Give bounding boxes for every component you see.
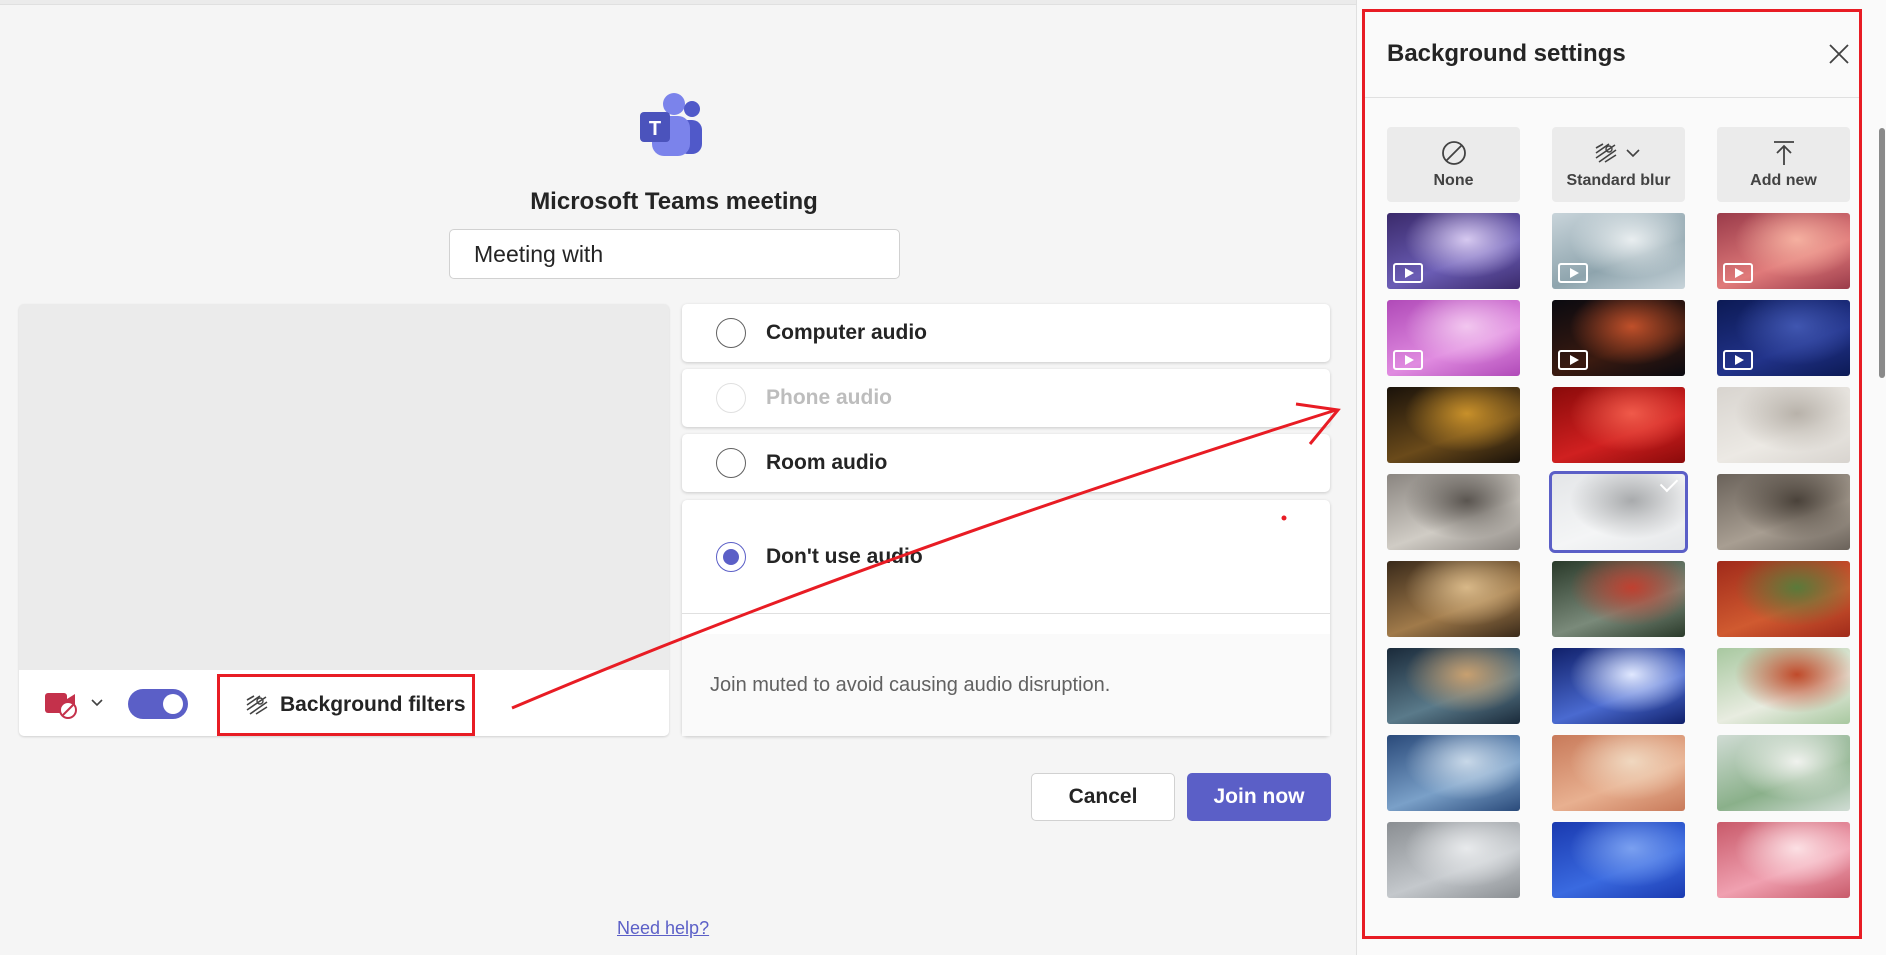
background-settings-panel: Background settings None Standard blur A…: [1356, 0, 1886, 955]
background-thumbnail-red-bokeh[interactable]: [1552, 387, 1685, 463]
join-now-button[interactable]: Join now: [1187, 773, 1331, 821]
svg-text:T: T: [649, 118, 661, 140]
teams-logo-icon: T: [640, 93, 702, 156]
background-thumbnail-desert-arch[interactable]: [1552, 735, 1685, 811]
background-thumbnail-grey-archway[interactable]: [1387, 822, 1520, 898]
meeting-title: Microsoft Teams meeting: [530, 188, 818, 215]
background-add-new-option[interactable]: Add new: [1717, 127, 1850, 202]
background-thumbnail-dark-sparkles[interactable]: [1552, 300, 1685, 376]
background-thumbnail-red-garden-room[interactable]: [1717, 561, 1850, 637]
background-grid: None Standard blur Add new: [1387, 127, 1850, 898]
cancel-button[interactable]: Cancel: [1031, 773, 1175, 821]
audio-note: Join muted to avoid causing audio disrup…: [682, 634, 1330, 736]
audio-option-label: Computer audio: [766, 321, 927, 344]
audio-option-none[interactable]: Don't use audio Join muted to avoid caus…: [682, 500, 1330, 736]
background-thumbnail-blue-arches[interactable]: [1552, 822, 1685, 898]
blur-icon: [1595, 142, 1640, 163]
background-thumbnail-green-arches[interactable]: [1717, 648, 1850, 724]
background-thumbnail-white-room[interactable]: [1717, 387, 1850, 463]
video-background-icon: [1558, 350, 1588, 370]
checkmark-icon: [1659, 474, 1679, 493]
background-thumbnail-blue-stars[interactable]: [1717, 300, 1850, 376]
audio-option-room[interactable]: Room audio: [682, 434, 1330, 492]
window-top-border: [0, 0, 1356, 5]
panel-scrollbar[interactable]: [1879, 128, 1885, 378]
background-filters-button[interactable]: Background filters: [217, 674, 475, 736]
dont-use-audio-radio[interactable]: [716, 541, 746, 572]
audio-option-computer[interactable]: Computer audio: [682, 304, 1330, 362]
background-thumbnail-pink-flowers[interactable]: [1387, 300, 1520, 376]
video-background-icon: [1558, 263, 1588, 283]
audio-option-phone: Phone audio: [682, 369, 1330, 427]
phone-audio-radio: [716, 383, 746, 413]
background-thumbnail-gold-particles[interactable]: [1387, 387, 1520, 463]
background-thumbnail-blue-lounge[interactable]: [1387, 735, 1520, 811]
background-thumbnail-grey-lounge[interactable]: [1717, 474, 1850, 550]
option-label: Add new: [1750, 171, 1817, 189]
background-thumbnail-glass-pavilion[interactable]: [1552, 561, 1685, 637]
background-thumbnail-pink-blossom-colonnade[interactable]: [1717, 822, 1850, 898]
audio-option-label: Phone audio: [766, 386, 892, 409]
audio-option-label: Don't use audio: [766, 544, 923, 568]
background-filters-label: Background filters: [280, 693, 466, 716]
video-background-icon: [1723, 350, 1753, 370]
upload-icon: [1773, 140, 1794, 165]
video-background-icon: [1393, 263, 1423, 283]
background-thumbnail-pink-clouds[interactable]: [1717, 213, 1850, 289]
background-blur-option[interactable]: Standard blur: [1552, 127, 1685, 202]
chevron-down-icon[interactable]: [89, 692, 105, 712]
panel-divider: [1365, 97, 1859, 98]
camera-off-icon[interactable]: [44, 689, 78, 719]
option-label: None: [1433, 171, 1474, 189]
background-thumbnail-office-windows[interactable]: [1387, 474, 1520, 550]
background-filters-icon: [246, 695, 268, 715]
video-background-icon: [1723, 263, 1753, 283]
dont-use-audio-row[interactable]: Don't use audio: [682, 500, 1330, 614]
none-icon: [1441, 140, 1466, 165]
video-background-icon: [1393, 350, 1423, 370]
background-thumbnail-ring-garden[interactable]: [1717, 735, 1850, 811]
panel-title: Background settings: [1387, 40, 1626, 67]
background-thumbnail-space-ship[interactable]: [1387, 648, 1520, 724]
computer-audio-radio[interactable]: [716, 318, 746, 348]
video-preview: Background filters: [19, 304, 669, 736]
meeting-name-field[interactable]: Meeting with: [449, 229, 900, 279]
need-help-link[interactable]: Need help?: [617, 918, 709, 939]
background-none-option[interactable]: None: [1387, 127, 1520, 202]
room-audio-radio[interactable]: [716, 448, 746, 478]
option-label: Standard blur: [1566, 171, 1671, 189]
video-controls-bar: Background filters: [19, 670, 669, 736]
background-thumbnail-purple-mountains[interactable]: [1387, 213, 1520, 289]
close-icon[interactable]: [1827, 42, 1851, 66]
background-thumbnail-warm-dining[interactable]: [1387, 561, 1520, 637]
camera-toggle[interactable]: [128, 689, 188, 719]
audio-option-label: Room audio: [766, 451, 888, 474]
background-thumbnail-white-arch-room[interactable]: [1549, 471, 1688, 553]
background-thumbnail-warp-speed[interactable]: [1552, 648, 1685, 724]
background-thumbnail-snowy-trees[interactable]: [1552, 213, 1685, 289]
